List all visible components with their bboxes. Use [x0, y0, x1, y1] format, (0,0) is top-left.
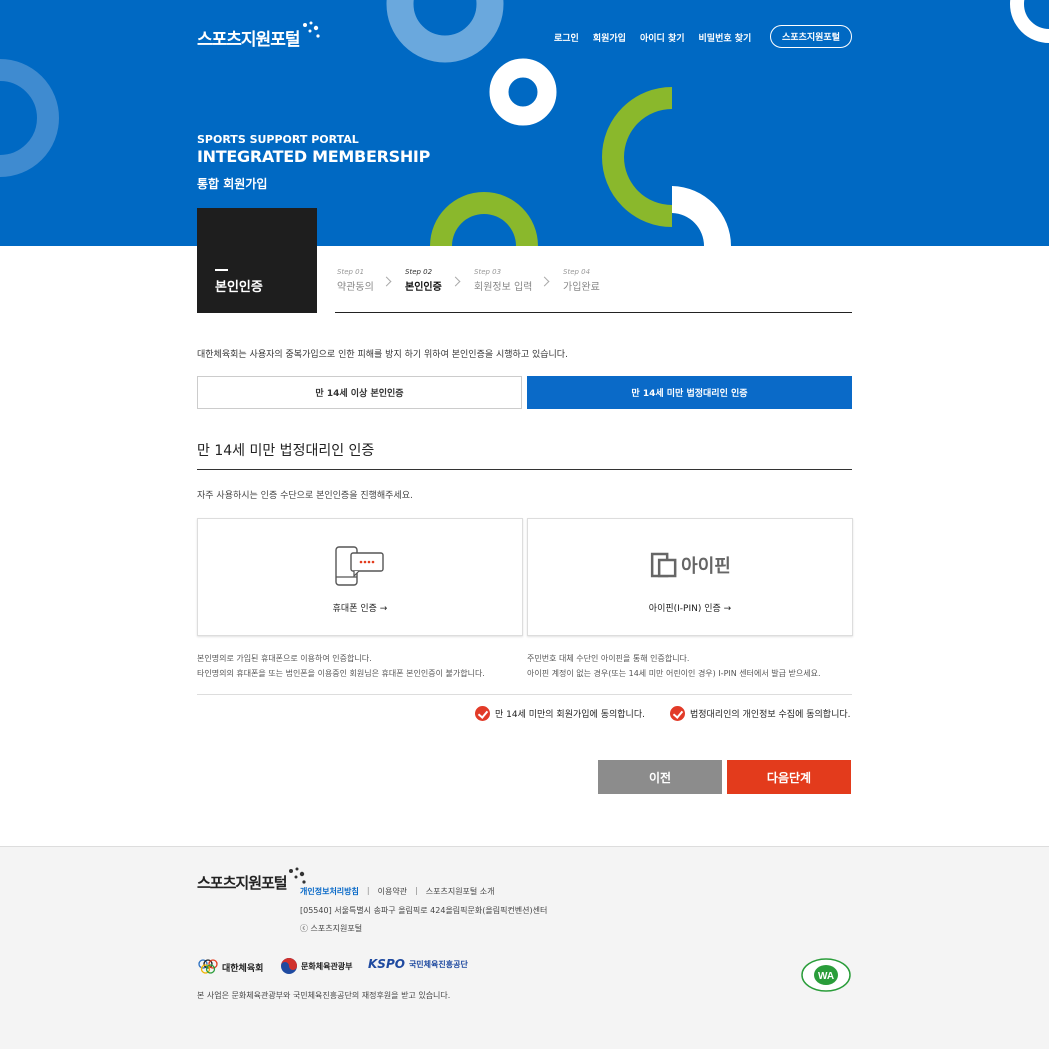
- check-circle-icon: [670, 706, 685, 721]
- step-1-num: Step 01: [337, 268, 365, 276]
- link-separator: |: [415, 886, 418, 895]
- deco-ring-white: [489, 58, 557, 126]
- footer-links: 개인정보처리방침 | 이용약관 | 스포츠지원포털 소개: [300, 886, 495, 897]
- deco-arc-green-bottom: [430, 192, 538, 246]
- web-accessibility-mark[interactable]: WA: [800, 957, 852, 997]
- phone-verification-label: 휴대폰 인증 →: [332, 604, 388, 614]
- logo-dots-icon: [303, 21, 321, 38]
- ipin-logo-text: 아이핀: [681, 556, 731, 577]
- chevron-right-icon: [450, 276, 461, 287]
- step-box-label: 본인인증: [215, 280, 263, 295]
- agree-minor-signup-checkbox[interactable]: 만 14세 미만의 회원가입에 동의합니다.: [475, 706, 645, 721]
- chevron-right-icon: [381, 276, 392, 287]
- hero-banner: 스포츠지원포털 로그인 회원가입 아이디 찾기 비밀번호 찾기 스포츠지원포털 …: [0, 0, 1049, 246]
- section-title: 만 14세 미만 법정대리인 인증: [197, 443, 375, 459]
- deco-ring-right: [1010, 0, 1049, 43]
- about-link[interactable]: 스포츠지원포털 소개: [426, 886, 495, 897]
- phone-icon: [334, 545, 386, 591]
- ipin-logo-icon: 아이핀: [649, 551, 731, 579]
- tab-minor-verification[interactable]: 만 14세 미만 법정대리인 인증: [527, 376, 852, 409]
- prev-button[interactable]: 이전: [598, 760, 722, 794]
- nav-find-id[interactable]: 아이디 찾기: [640, 31, 685, 44]
- footer-copyright: ⓒ 스포츠지원포털: [300, 924, 363, 933]
- tab-adult-verification[interactable]: 만 14세 이상 본인인증: [197, 376, 522, 409]
- privacy-policy-link[interactable]: 개인정보처리방침: [300, 886, 359, 897]
- step-box-bar: [215, 269, 228, 271]
- step-4-num: Step 04: [563, 268, 591, 276]
- ipin-verification-card[interactable]: 아이핀 아이핀(I-PIN) 인증 →: [527, 518, 853, 636]
- nav-login[interactable]: 로그인: [554, 31, 579, 44]
- phone-note-2: 타인명의의 휴대폰을 또는 법인폰을 이용중인 회원님은 휴대폰 본인인증이 불…: [197, 669, 485, 678]
- agree-minor-signup-label: 만 14세 미만의 회원가입에 동의합니다.: [495, 710, 645, 720]
- phone-verification-card[interactable]: 휴대폰 인증 →: [197, 518, 523, 636]
- phone-note-1: 본인명의로 가입된 휴대폰으로 이용하여 인증합니다.: [197, 654, 372, 663]
- ipin-notes: 주민번호 대체 수단인 아이핀을 통해 인증합니다. 아이핀 계정이 없는 경우…: [527, 651, 821, 681]
- step-indicator: Step 01 약관동의 Step 02 본인인증 Step 03 회원정보 입…: [335, 268, 852, 313]
- deco-ring-top: [386, 0, 504, 63]
- step-1-name: 약관동의: [337, 282, 374, 293]
- top-nav: 로그인 회원가입 아이디 찾기 비밀번호 찾기: [554, 31, 751, 44]
- org-3-name: 국민체육진흥공단: [408, 959, 468, 969]
- step-2: Step 02 본인인증: [405, 268, 442, 293]
- taegeuk-icon: [281, 958, 297, 974]
- site-logo[interactable]: 스포츠지원포털: [197, 17, 321, 57]
- step-1: Step 01 약관동의: [337, 268, 374, 293]
- deco-ring-left: [0, 59, 59, 177]
- agree-guardian-info-checkbox[interactable]: 법정대리인의 개인정보 수집에 동의합니다.: [670, 706, 851, 721]
- page: 스포츠지원포털 로그인 회원가입 아이디 찾기 비밀번호 찾기 스포츠지원포털 …: [0, 0, 1049, 1049]
- hero-korean-title: 통합 회원가입: [197, 177, 268, 191]
- footer-logo[interactable]: 스포츠지원포털: [197, 867, 307, 893]
- footer-logo-text: 스포츠지원포털: [197, 874, 288, 892]
- kspo-logo-text: KSPO: [368, 957, 405, 971]
- org-korea-sports-council[interactable]: 대한체육회: [197, 957, 263, 977]
- agree-guardian-info-label: 법정대리인의 개인정보 수집에 동의합니다.: [690, 710, 851, 720]
- nav-signup[interactable]: 회원가입: [593, 31, 626, 44]
- deco-arc-white: [672, 186, 732, 246]
- section-divider: [197, 469, 852, 470]
- ipin-note-1: 주민번호 대체 수단인 아이핀을 통해 인증합니다.: [527, 654, 690, 663]
- current-step-box: 본인인증: [197, 208, 317, 313]
- step-2-name: 본인인증: [405, 282, 442, 293]
- notice-text: 대한체육회는 사용자의 중복가입으로 인한 피해를 방지 하기 위하여 본인인증…: [197, 350, 568, 360]
- wa-badge-text: WA: [818, 971, 834, 982]
- portal-button[interactable]: 스포츠지원포털: [770, 25, 852, 48]
- step-2-num: Step 02: [405, 268, 433, 276]
- phone-notes: 본인명의로 가입된 휴대폰으로 이용하여 인증합니다. 타인명의의 휴대폰을 또…: [197, 651, 485, 681]
- hero-subtitle: SPORTS SUPPORT PORTAL: [197, 133, 359, 146]
- decorative-shapes: [0, 0, 1049, 246]
- ipin-note-2: 아이핀 계정이 없는 경우(또는 14세 미만 어린이인 경우) I-PIN 센…: [527, 669, 821, 678]
- org-ministry[interactable]: 문화체육관광부: [280, 957, 353, 975]
- org-1-name: 대한체육회: [222, 963, 264, 974]
- deco-arc-green: [602, 87, 673, 227]
- agree-divider: [197, 694, 852, 695]
- section-description: 자주 사용하시는 인증 수단으로 본인인증을 진행해주세요.: [197, 491, 413, 501]
- hero-title: INTEGRATED MEMBERSHIP: [197, 147, 430, 166]
- step-3-name: 회원정보 입력: [474, 282, 533, 293]
- footer-address: [05540] 서울특별시 송파구 올림픽로 424올림픽문화(올림픽컨벤션)센…: [300, 906, 548, 915]
- sponsor-notice: 본 사업은 문화체육관광부와 국민체육진흥공단의 재정후원을 받고 있습니다.: [197, 991, 451, 1000]
- wa-badge-icon: WA: [801, 958, 851, 992]
- ipin-verification-label: 아이핀(I-PIN) 인증 →: [648, 604, 732, 614]
- next-step-button[interactable]: 다음단계: [727, 760, 851, 794]
- terms-link[interactable]: 이용약관: [378, 886, 407, 897]
- chevron-right-icon: [539, 276, 550, 287]
- check-circle-icon: [475, 706, 490, 721]
- step-4: Step 04 가입완료: [563, 268, 600, 293]
- nav-find-password[interactable]: 비밀번호 찾기: [699, 31, 752, 44]
- org-kspo[interactable]: KSPO 국민체육진흥공단: [368, 957, 468, 971]
- logo-text: 스포츠지원포털: [197, 29, 300, 50]
- step-3-num: Step 03: [474, 268, 502, 276]
- link-separator: |: [366, 886, 370, 895]
- org-2-name: 문화체육관광부: [301, 961, 353, 971]
- olympic-rings-icon: [198, 959, 218, 974]
- step-3: Step 03 회원정보 입력: [474, 268, 532, 293]
- footer: 스포츠지원포털 개인정보처리방침 | 이용약관 | 스포츠지원포털 소개 [05…: [0, 846, 1049, 1049]
- step-4-name: 가입완료: [563, 282, 600, 293]
